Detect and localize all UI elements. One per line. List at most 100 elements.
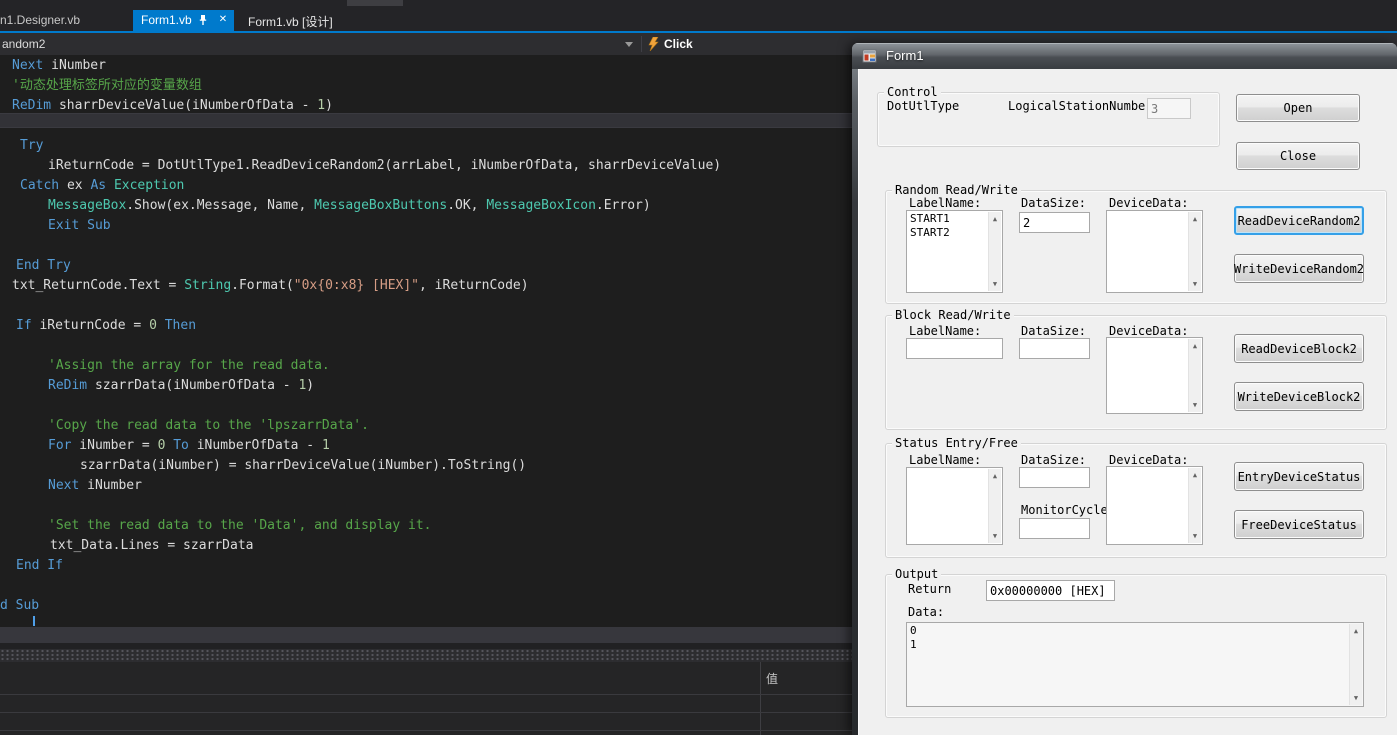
block-datasize-input[interactable] [1019,338,1090,359]
form1-titlebar[interactable]: Form1 [852,43,1397,69]
navbar-separator [641,36,642,52]
logicalstationnumber-input[interactable] [1147,98,1191,119]
labelname-label: LabelName: [909,196,982,210]
scroll-up-icon[interactable]: ▲ [1193,215,1197,223]
group-title: Block Read/Write [892,308,1014,322]
button-label: EntryDeviceStatus [1237,469,1361,484]
status-datasize-input[interactable] [1019,467,1090,488]
scrollbar[interactable]: ▲ ▼ [1188,212,1201,291]
button-label: FreeDeviceStatus [1241,517,1357,532]
scrollbar[interactable]: ▲ ▼ [1188,468,1201,543]
titlebar-fragment [347,0,403,6]
scrollbar[interactable]: ▲ ▼ [988,469,1001,543]
close-button[interactable]: Close [1236,142,1360,170]
scroll-up-icon[interactable]: ▲ [1354,627,1358,635]
labelname-label: LabelName: [909,324,982,338]
tab-form1-vb[interactable]: Form1.vb ✕ [133,10,234,31]
returncode-output[interactable] [986,580,1115,601]
readdevicerandom2-button[interactable]: ReadDeviceRandom2 [1234,206,1364,235]
textbox-content [1110,339,1187,412]
writedevicerandom2-button[interactable]: WriteDeviceRandom2 [1234,254,1364,283]
group-title: Status Entry/Free [892,436,1021,450]
text-caret [33,616,35,626]
button-label: Close [1279,149,1317,163]
devicedata-label: DeviceData: [1109,453,1189,467]
datasize-label: DataSize: [1021,324,1087,338]
random-devicedata-input[interactable]: ▲ ▼ [1106,210,1203,293]
group-title: Output [892,567,942,581]
code-line: ReDim szarrData(iNumberOfData - 1) [48,378,315,393]
watch-grid-line [0,694,858,695]
watch-grid-line [0,712,858,713]
scroll-up-icon[interactable]: ▲ [993,215,997,223]
watch-value-column-header[interactable]: 值 [766,670,778,687]
lightning-icon [648,37,659,51]
random-datasize-input[interactable] [1019,212,1090,233]
scroll-down-icon[interactable]: ▼ [1193,401,1197,409]
close-icon[interactable]: ✕ [216,13,230,27]
code-line: For iNumber = 0 To iNumberOfData - 1 [48,438,330,453]
code-line: d Sub [0,598,40,613]
return-label: Return [908,582,952,596]
code-line: End Try [16,258,71,273]
code-line: 'Set the read data to the 'Data', and di… [48,518,432,533]
button-label: ReadDeviceRandom2 [1237,213,1361,228]
form-icon [862,49,877,63]
block-devicedata-input[interactable]: ▲ ▼ [1106,337,1203,414]
button-label: WriteDeviceBlock2 [1237,389,1361,404]
code-line: Catch ex As Exception [20,178,185,193]
labelname-label: LabelName: [909,453,982,467]
status-labelname-input[interactable]: ▲ ▼ [906,467,1003,545]
watch-grid-line [0,730,858,731]
button-label: WriteDeviceRandom2 [1233,261,1365,276]
freedevicestatus-button[interactable]: FreeDeviceStatus [1234,510,1364,539]
scrollbar[interactable]: ▲ ▼ [1349,624,1362,705]
scroll-up-icon[interactable]: ▲ [1193,342,1197,350]
scrollbar[interactable]: ▲ ▼ [988,212,1001,291]
tab-label: n1.Designer.vb [0,13,81,27]
event-dropdown[interactable]: Click [664,37,693,51]
scroll-down-icon[interactable]: ▼ [993,532,997,540]
monitorcycle-label: MonitorCycle: [1021,503,1115,517]
scroll-down-icon[interactable]: ▼ [1193,280,1197,288]
open-button[interactable]: Open [1236,94,1360,122]
pin-icon[interactable] [197,14,209,26]
writedeviceblock2-button[interactable]: WriteDeviceBlock2 [1234,382,1364,411]
dotutltype-label: DotUtlType [887,99,960,113]
entrydevicestatus-button[interactable]: EntryDeviceStatus [1234,462,1364,491]
textbox-content: 0 1 [910,624,917,651]
devicedata-label: DeviceData: [1109,196,1189,210]
block-labelname-input[interactable] [906,338,1003,359]
status-monitorcycle-input[interactable] [1019,518,1090,539]
code-editor[interactable]: Next iNumber '动态处理标签所对应的变量数组 ReDim sharrDe… [0,55,858,627]
scroll-down-icon[interactable]: ▼ [1354,694,1358,702]
code-line: MessageBox.Show(ex.Message, Name, Messag… [48,198,651,213]
tab-form1-vb-design[interactable]: Form1.vb [设计] [240,10,346,31]
random-labelname-input[interactable]: START1 START2 ▲ ▼ [906,210,1003,293]
textbox-content [1110,212,1187,291]
scroll-down-icon[interactable]: ▼ [993,280,997,288]
button-label: ReadDeviceBlock2 [1241,341,1357,356]
form1-client-area: Control DotUtlType LogicalStationNumbe O… [858,69,1397,735]
group-title: Random Read/Write [892,183,1021,197]
data-output[interactable]: 0 1 ▲ ▼ [906,622,1364,707]
watch-column-divider[interactable] [760,662,761,735]
form1-window: Form1 Control DotUtlType LogicalStationN… [852,43,1397,735]
scroll-up-icon[interactable]: ▲ [993,472,997,480]
group-title: Control [884,85,941,99]
code-line: ReDim sharrDeviceValue(iNumberOfData - 1… [12,98,333,113]
scroll-up-icon[interactable]: ▲ [1193,471,1197,479]
status-devicedata-input[interactable]: ▲ ▼ [1106,466,1203,545]
readdeviceblock2-button[interactable]: ReadDeviceBlock2 [1234,334,1364,363]
code-line: Next iNumber [48,478,142,493]
code-line: szarrData(iNumber) = sharrDeviceValue(iN… [80,458,527,473]
data-label: Data: [908,605,945,619]
textbox-content: START1 START2 [910,212,950,239]
current-line-highlight [0,113,858,128]
member-dropdown[interactable]: andom2 [2,37,45,51]
scrollbar[interactable]: ▲ ▼ [1188,339,1201,412]
scroll-down-icon[interactable]: ▼ [1193,532,1197,540]
tab-form1-designer-vb[interactable]: n1.Designer.vb [0,10,106,31]
chevron-down-icon[interactable] [625,42,633,47]
textbox-content [910,469,987,543]
